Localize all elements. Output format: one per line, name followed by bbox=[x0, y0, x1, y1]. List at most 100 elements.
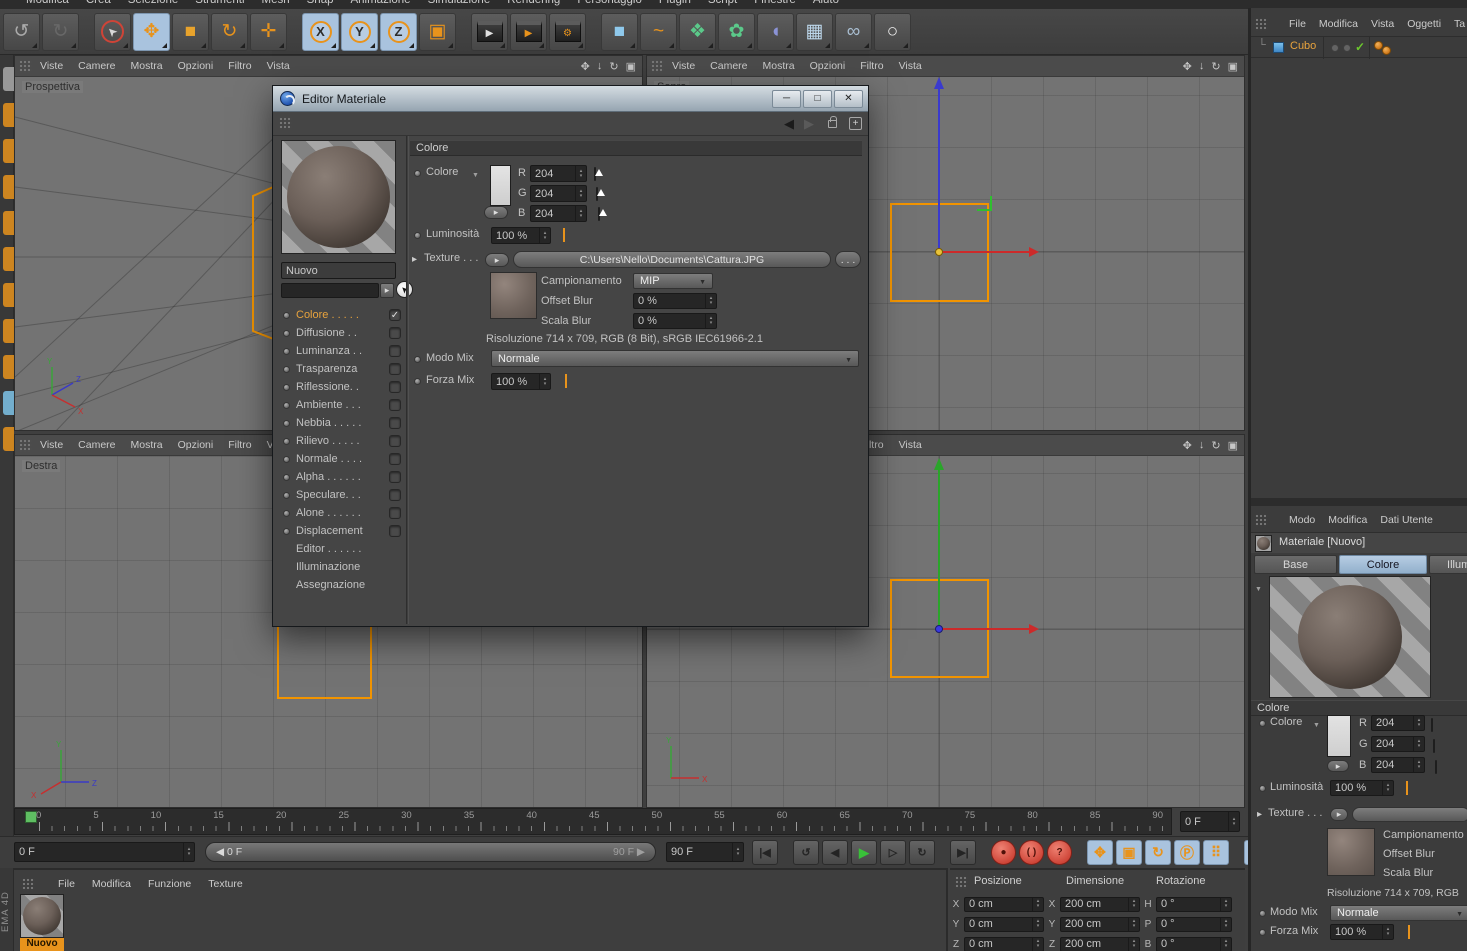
slider-handle[interactable] bbox=[595, 169, 603, 176]
viewport-menu-item[interactable]: Camere bbox=[710, 60, 747, 72]
left-tool-icon[interactable] bbox=[3, 175, 14, 199]
channel-row[interactable]: Riflessione. . bbox=[281, 378, 403, 396]
menu-item[interactable]: Script bbox=[708, 0, 737, 6]
current-frame-input[interactable] bbox=[1181, 816, 1228, 828]
spinner-arrows-icon[interactable] bbox=[705, 314, 716, 328]
left-tool-icon[interactable] bbox=[3, 67, 14, 91]
viewport-menu-item[interactable]: Filtro bbox=[860, 60, 883, 72]
record-keyframe-button[interactable]: ● bbox=[991, 840, 1016, 865]
texture-options-button[interactable] bbox=[485, 253, 509, 267]
enabled-check-icon[interactable] bbox=[1355, 40, 1365, 54]
channel-checkbox[interactable] bbox=[389, 417, 401, 429]
channel-checkbox[interactable] bbox=[389, 363, 401, 375]
spinner-arrows-icon[interactable] bbox=[1128, 918, 1139, 931]
texture-expand-icon[interactable] bbox=[412, 253, 417, 265]
channel-checkbox[interactable] bbox=[389, 525, 401, 537]
key-parameter-button[interactable]: Ⓟ bbox=[1174, 840, 1200, 865]
spinner-arrows-icon[interactable] bbox=[1413, 758, 1424, 772]
left-tool-icon[interactable] bbox=[3, 103, 14, 127]
panel-grip[interactable] bbox=[19, 60, 32, 73]
menu-item[interactable]: Strumenti bbox=[195, 0, 244, 6]
key-pla-button[interactable]: ⠿ bbox=[1203, 840, 1229, 865]
spinner-arrows-icon[interactable] bbox=[539, 374, 550, 389]
editor-visibility-toggle[interactable] bbox=[1331, 44, 1339, 52]
panel-grip[interactable] bbox=[1255, 18, 1268, 31]
spinner-arrows-icon[interactable] bbox=[732, 843, 743, 861]
texture-thumbnail[interactable] bbox=[1327, 828, 1375, 876]
red-slider[interactable] bbox=[1431, 718, 1433, 732]
b-input[interactable] bbox=[531, 208, 575, 220]
channel-dot[interactable] bbox=[414, 378, 421, 385]
channel-row[interactable]: Rilievo . . . . . bbox=[281, 432, 403, 450]
slider-handle[interactable] bbox=[597, 189, 605, 196]
undo-icon[interactable]: ↺ bbox=[3, 13, 40, 51]
channel-checkbox[interactable] bbox=[389, 489, 401, 501]
panel-divider[interactable] bbox=[406, 136, 409, 624]
spinner-arrows-icon[interactable] bbox=[1413, 737, 1424, 751]
live-selection-icon[interactable]: ➤ bbox=[94, 13, 131, 51]
mix-strength-input[interactable] bbox=[492, 376, 539, 388]
menu-item[interactable]: Modifica bbox=[92, 878, 131, 890]
channel-row[interactable]: Ambiente . . . bbox=[281, 396, 403, 414]
rotation-input[interactable] bbox=[1157, 918, 1220, 930]
spinner-arrows-icon[interactable] bbox=[1032, 918, 1043, 931]
size-input[interactable] bbox=[1061, 898, 1128, 910]
viewport-menu-item[interactable]: Opzioni bbox=[178, 439, 214, 451]
spinner-arrows-icon[interactable] bbox=[1228, 812, 1239, 831]
viewport-menu-item[interactable]: Mostra bbox=[131, 60, 163, 72]
viewport-menu-item[interactable]: Camere bbox=[78, 60, 115, 72]
rotate-view-icon[interactable]: ↻ bbox=[1211, 60, 1220, 73]
play-reverse-button[interactable]: ↺ bbox=[793, 840, 819, 865]
channel-checkbox[interactable] bbox=[389, 471, 401, 483]
viewport-menu-item[interactable]: Viste bbox=[40, 439, 63, 451]
tab-colore[interactable]: Colore bbox=[1339, 555, 1427, 574]
menu-item[interactable]: Simulazione bbox=[428, 0, 491, 6]
maximize-view-icon[interactable]: ▣ bbox=[626, 60, 636, 73]
spinner-arrows-icon[interactable] bbox=[183, 843, 194, 861]
menu-item[interactable]: Rendering bbox=[507, 0, 560, 6]
spinner-arrows-icon[interactable] bbox=[1382, 781, 1393, 795]
size-input[interactable] bbox=[1061, 918, 1128, 930]
channel-checkbox[interactable] bbox=[389, 507, 401, 519]
menu-item[interactable]: Personaggio bbox=[577, 0, 642, 6]
viewport-menu-item[interactable]: Viste bbox=[40, 60, 63, 72]
r-input[interactable] bbox=[1372, 717, 1413, 729]
texture-options-button[interactable] bbox=[1330, 808, 1348, 821]
zoom-view-icon[interactable]: ↓ bbox=[1199, 439, 1205, 452]
close-icon[interactable]: ✕ bbox=[834, 90, 863, 108]
preview-size-field[interactable] bbox=[281, 283, 379, 298]
spinner-arrows-icon[interactable] bbox=[575, 186, 586, 201]
r-input[interactable] bbox=[531, 168, 575, 180]
viewport-menu-item[interactable]: Opzioni bbox=[178, 60, 214, 72]
lock-z-axis-icon[interactable]: Z bbox=[380, 13, 417, 51]
end-frame-input[interactable] bbox=[667, 846, 732, 858]
channel-checkbox[interactable] bbox=[389, 453, 401, 465]
render-visibility-toggle[interactable] bbox=[1343, 44, 1351, 52]
timeline-range-slider[interactable]: ◀ 0 F 90 F ▶ bbox=[205, 842, 656, 862]
tab-base[interactable]: Base bbox=[1254, 555, 1337, 574]
start-frame-input[interactable] bbox=[15, 846, 183, 858]
menu-item[interactable]: File bbox=[1289, 18, 1306, 30]
spinner-arrows-icon[interactable] bbox=[539, 228, 550, 243]
spinner-arrows-icon[interactable] bbox=[575, 206, 586, 221]
panel-grip[interactable] bbox=[19, 439, 32, 452]
left-tool-icon[interactable] bbox=[3, 319, 14, 343]
material-tag-icon[interactable] bbox=[1382, 46, 1391, 55]
channel-row[interactable]: Assegnazione bbox=[281, 576, 403, 594]
spinner-arrows-icon[interactable] bbox=[1220, 938, 1231, 951]
move-tool-icon[interactable]: ✥ bbox=[133, 13, 170, 51]
key-scale-button[interactable]: ▣ bbox=[1116, 840, 1142, 865]
next-frame-button[interactable]: ▷ bbox=[880, 840, 906, 865]
channel-row[interactable]: Speculare. . . bbox=[281, 486, 403, 504]
position-input[interactable] bbox=[965, 938, 1032, 950]
panel-grip[interactable] bbox=[279, 117, 292, 130]
previous-frame-button[interactable]: ◀ bbox=[822, 840, 848, 865]
menu-item[interactable]: Plugin bbox=[659, 0, 691, 6]
menu-item[interactable]: Selezione bbox=[128, 0, 179, 6]
zoom-view-icon[interactable]: ↓ bbox=[1199, 60, 1205, 73]
last-tool-icon[interactable]: ✛ bbox=[250, 13, 287, 51]
render-settings-icon[interactable]: ▶ bbox=[510, 13, 547, 51]
dialog-titlebar[interactable]: Editor Materiale ─□✕ bbox=[273, 86, 868, 112]
material-editor-dialog[interactable]: Editor Materiale ─□✕ ◀▶ ➤ Colore . . . .… bbox=[272, 85, 869, 627]
lock-x-axis-icon[interactable]: X bbox=[302, 13, 339, 51]
